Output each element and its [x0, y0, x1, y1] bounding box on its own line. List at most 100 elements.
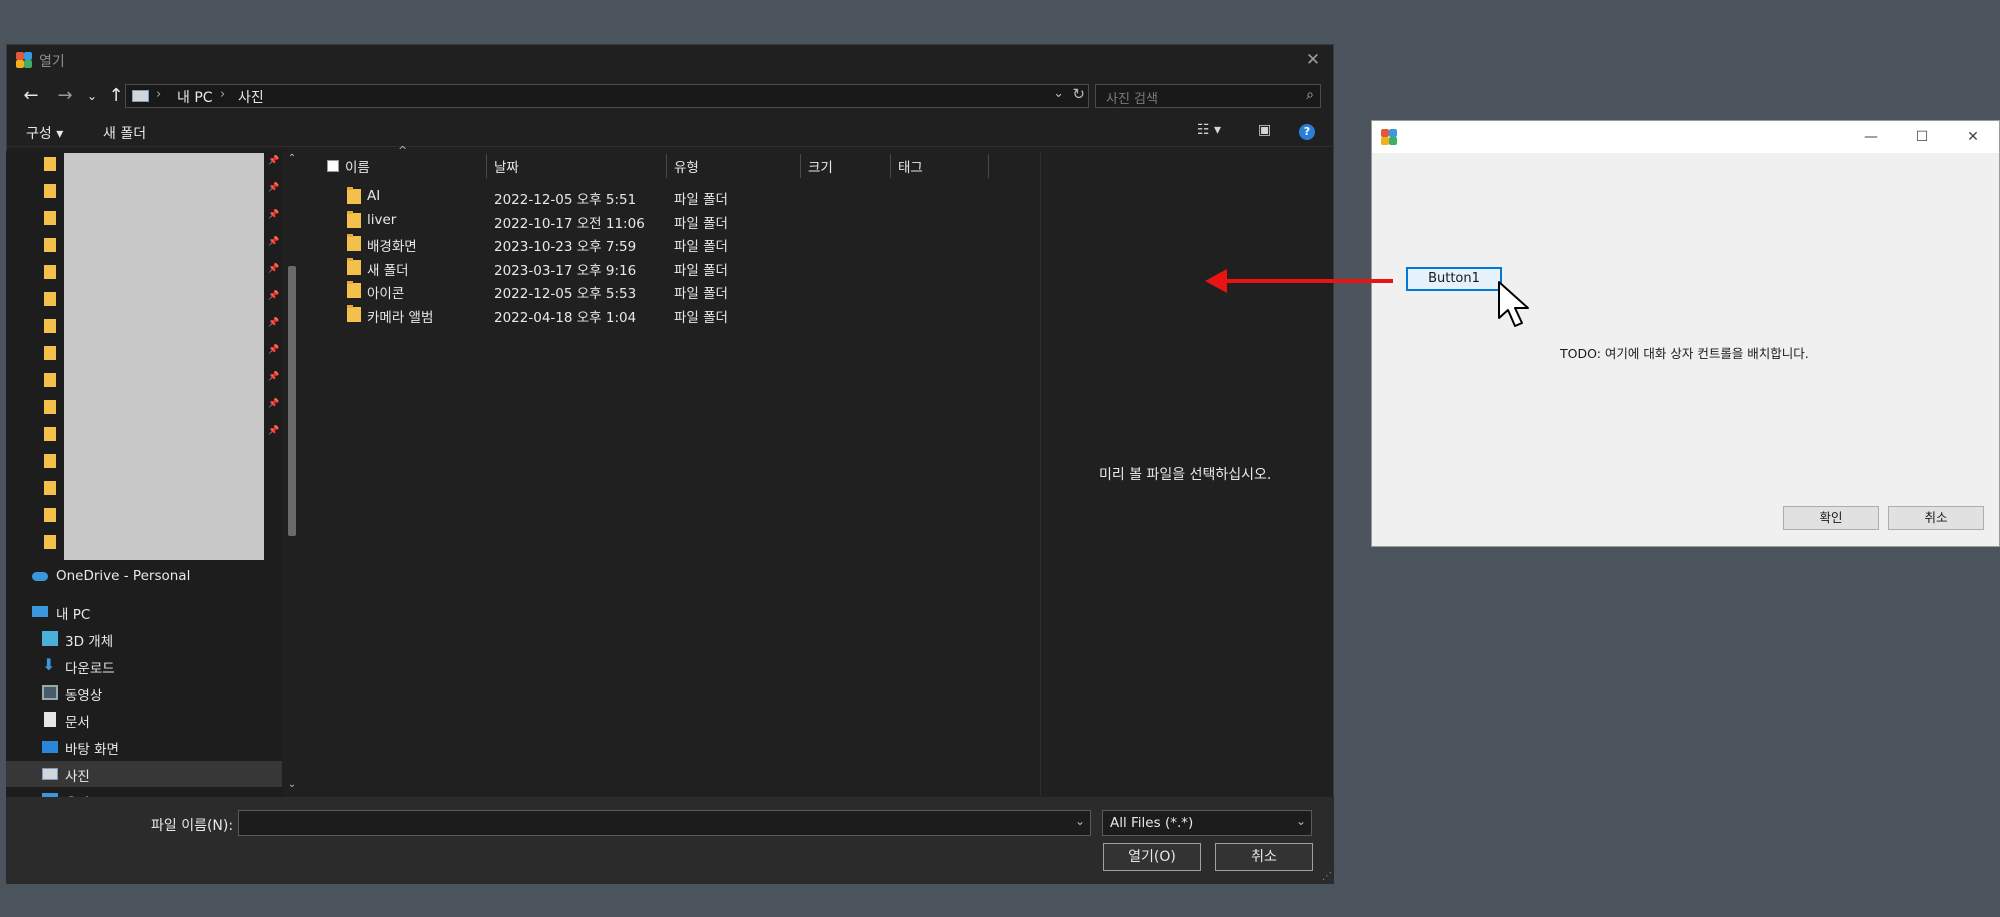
filename-label: 파일 이름(N):	[151, 818, 234, 834]
nav-item-downloads[interactable]: ⬇ 다운로드	[6, 653, 282, 679]
pin-icon[interactable]: 📌	[268, 183, 279, 193]
file-row[interactable]: 아이콘 2022-12-05 오후 5:53 파일 폴더	[310, 279, 1045, 302]
nav-item-videos[interactable]: 동영상	[6, 680, 282, 706]
file-date: 2022-12-05 오후 5:51	[494, 192, 637, 208]
column-divider[interactable]	[486, 154, 487, 178]
file-row[interactable]: 새 폴더 2023-03-17 오후 9:16 파일 폴더	[310, 256, 1045, 279]
nav-item-pictures[interactable]: 사진	[6, 761, 282, 787]
quick-access-folder-icon[interactable]	[44, 508, 56, 522]
file-row[interactable]: AI 2022-12-05 오후 5:51 파일 폴더	[310, 185, 1045, 208]
file-date: 2022-10-17 오전 11:06	[494, 215, 645, 232]
file-type: 파일 폴더	[674, 239, 728, 255]
select-all-checkbox[interactable]	[327, 160, 339, 172]
details-view-icon[interactable]: ☷ ▾	[1197, 122, 1221, 138]
pin-icon[interactable]: 📌	[268, 399, 279, 409]
column-divider[interactable]	[988, 154, 989, 178]
nav-item-label: 바탕 화면	[65, 742, 119, 758]
column-divider[interactable]	[800, 154, 801, 178]
maximize-icon[interactable]: ☐	[1902, 125, 1942, 149]
nav-item-desktop[interactable]: 바탕 화면	[6, 734, 282, 760]
ok-button[interactable]: 확인	[1783, 506, 1879, 530]
pictures-location-icon	[132, 90, 149, 102]
pin-icon[interactable]: 📌	[268, 210, 279, 220]
quick-access-folder-icon[interactable]	[44, 157, 56, 171]
address-bar[interactable]: › 내 PC › 사진 ⌄ ↻	[125, 84, 1089, 108]
file-type: 파일 폴더	[674, 309, 728, 326]
quick-access-folder-icon[interactable]	[44, 292, 56, 306]
refresh-icon[interactable]: ↻	[1072, 85, 1085, 103]
folder-icon	[347, 304, 361, 322]
nav-item-label: 사진	[65, 769, 90, 785]
quick-access-folder-icon[interactable]	[44, 211, 56, 225]
filename-input[interactable]: ⌄	[238, 810, 1091, 836]
organize-menu[interactable]: 구성 ▾	[26, 123, 63, 143]
up-arrow-icon[interactable]: ↑	[105, 83, 127, 109]
quick-access-folder-icon[interactable]	[44, 373, 56, 387]
search-input[interactable]: 사진 검색 ⌕	[1095, 84, 1321, 108]
navigation-pane-scrollbar[interactable]: ⌃ ⌄	[285, 151, 299, 796]
file-row[interactable]: liver 2022-10-17 오전 11:06 파일 폴더	[310, 209, 1045, 232]
file-type-select[interactable]: All Files (*.*) ⌄	[1102, 810, 1312, 836]
pin-icon[interactable]: 📌	[268, 372, 279, 382]
breadcrumb-pc[interactable]: 내 PC	[177, 87, 213, 107]
address-dropdown-icon[interactable]: ⌄	[1053, 86, 1064, 101]
pin-icon[interactable]: 📌	[268, 291, 279, 301]
open-button[interactable]: 열기(O)	[1103, 843, 1201, 871]
file-type: 파일 폴더	[674, 286, 728, 302]
quick-access-folder-icon[interactable]	[44, 184, 56, 198]
preview-message: 미리 볼 파일을 선택하십시오.	[1099, 467, 1272, 483]
breadcrumb-pictures[interactable]: 사진	[238, 87, 264, 107]
dialog-footer: 파일 이름(N): ⌄ All Files (*.*) ⌄ 열기(O) 취소 ⋰	[6, 797, 1334, 884]
column-date[interactable]: 날짜	[494, 156, 519, 176]
file-row[interactable]: 배경화면 2023-10-23 오후 7:59 파일 폴더	[310, 232, 1045, 255]
quick-access-folder-icon[interactable]	[44, 265, 56, 279]
pin-icon[interactable]: 📌	[268, 237, 279, 247]
quick-access-folder-icon[interactable]	[44, 346, 56, 360]
filename-dropdown-icon[interactable]: ⌄	[1075, 814, 1085, 828]
pin-icon[interactable]: 📌	[268, 426, 279, 436]
minimize-icon[interactable]: —	[1851, 125, 1891, 149]
cancel-button[interactable]: 취소	[1215, 843, 1313, 871]
nav-item-3d-objects[interactable]: 3D 개체	[6, 626, 282, 652]
preview-pane-icon[interactable]: ▣	[1258, 122, 1271, 138]
quick-access-folder-icon[interactable]	[44, 319, 56, 333]
back-arrow-icon[interactable]: ←	[20, 83, 42, 109]
close-icon[interactable]: ✕	[1301, 48, 1325, 72]
file-name: 배경화면	[367, 239, 417, 255]
close-icon[interactable]: ✕	[1953, 125, 1993, 149]
column-name[interactable]: 이름	[345, 156, 370, 176]
command-toolbar: 구성 ▾ 새 폴더 ☷ ▾ ▣ ?	[7, 117, 1333, 147]
scrollbar-thumb[interactable]	[288, 266, 296, 536]
nav-item-music[interactable]: 음악	[6, 788, 282, 797]
file-type-dropdown-icon[interactable]: ⌄	[1296, 814, 1306, 828]
cancel-button[interactable]: 취소	[1888, 506, 1984, 530]
button1[interactable]: Button1	[1406, 267, 1502, 291]
new-folder-button[interactable]: 새 폴더	[103, 123, 146, 143]
scroll-down-icon[interactable]: ⌄	[285, 779, 299, 790]
quick-access-folder-icon[interactable]	[44, 454, 56, 468]
quick-access-folder-icon[interactable]	[44, 535, 56, 549]
file-row[interactable]: 카메라 앨범 2022-04-18 오후 1:04 파일 폴더	[310, 303, 1045, 326]
column-type[interactable]: 유형	[674, 156, 699, 176]
scroll-up-icon[interactable]: ⌃	[285, 153, 299, 164]
column-divider[interactable]	[890, 154, 891, 178]
forward-arrow-icon[interactable]: →	[54, 83, 76, 109]
recent-locations-chevron-icon[interactable]: ⌄	[81, 83, 103, 109]
quick-access-folder-icon[interactable]	[44, 400, 56, 414]
pin-icon[interactable]: 📌	[268, 156, 279, 166]
file-name: 카메라 앨범	[367, 309, 434, 326]
nav-item-this-pc[interactable]: 내 PC	[6, 599, 282, 625]
help-icon[interactable]: ?	[1299, 124, 1315, 140]
quick-access-folder-icon[interactable]	[44, 427, 56, 441]
nav-item-documents[interactable]: 문서	[6, 707, 282, 733]
column-size[interactable]: 크기	[808, 156, 833, 176]
resize-grip-icon[interactable]: ⋰	[1322, 871, 1332, 882]
nav-item-onedrive[interactable]: OneDrive - Personal	[6, 564, 282, 590]
quick-access-folder-icon[interactable]	[44, 238, 56, 252]
column-tags[interactable]: 태그	[898, 156, 923, 176]
pin-icon[interactable]: 📌	[268, 264, 279, 274]
pin-icon[interactable]: 📌	[268, 318, 279, 328]
pin-icon[interactable]: 📌	[268, 345, 279, 355]
quick-access-folder-icon[interactable]	[44, 481, 56, 495]
column-divider[interactable]	[666, 154, 667, 178]
